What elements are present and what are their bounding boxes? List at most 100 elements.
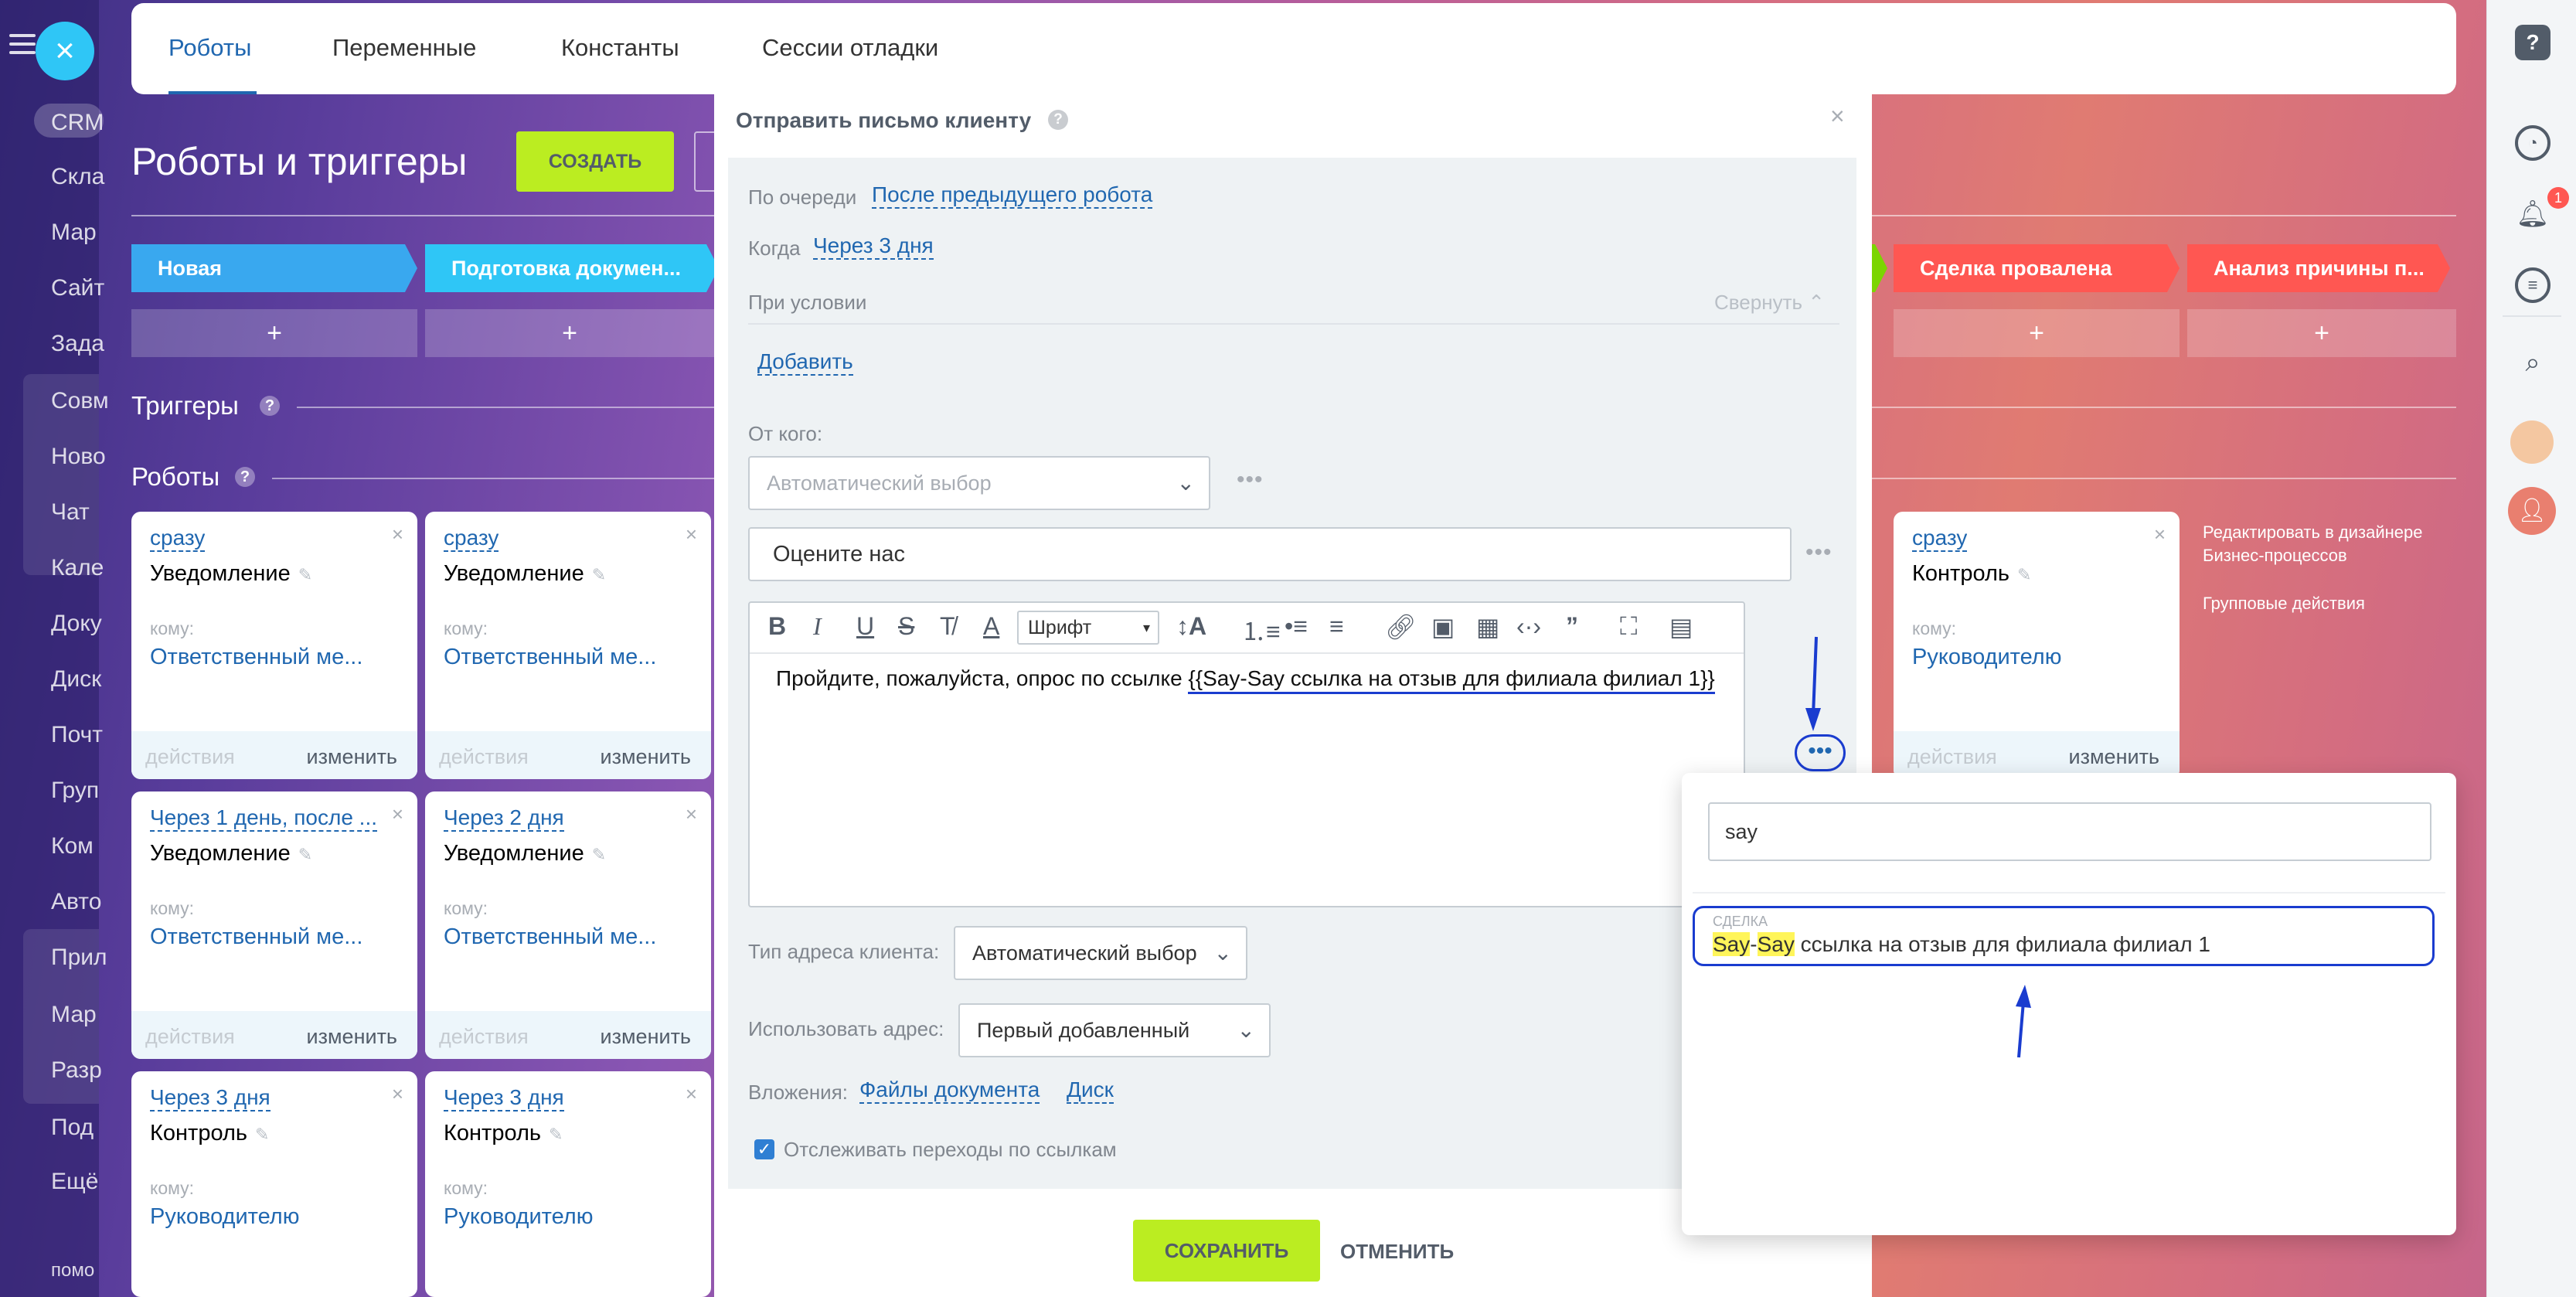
left-menu-item[interactable]: Под [51, 1115, 94, 1141]
bell-icon[interactable]: 🔔︎ [2515, 196, 2550, 232]
robot-remove-icon[interactable]: × [686, 1082, 697, 1106]
quote-icon[interactable]: ” [1566, 612, 1578, 641]
left-menu-item[interactable]: Совм [51, 388, 109, 414]
create-button[interactable]: СОЗДАТЬ [516, 131, 674, 192]
robot-edit-link[interactable]: изменить [2069, 745, 2159, 769]
bp-designer-link[interactable]: Редактировать в дизайнере Бизнес-процесс… [2203, 521, 2458, 567]
link-icon[interactable]: 🔗︎ [1385, 612, 1417, 642]
tab-variables[interactable]: Переменные [332, 34, 476, 62]
robot-card[interactable]: Через 3 дня × Контроль ✎ кому: Руководите… [425, 1071, 711, 1297]
left-menu-item[interactable]: Авто [51, 889, 101, 915]
subject-input[interactable]: Оцените нас [748, 527, 1792, 581]
tab-debug-sessions[interactable]: Сессии отладки [762, 34, 938, 62]
robot-remove-icon[interactable]: × [392, 1082, 403, 1106]
add-trigger-button[interactable]: + [425, 309, 714, 357]
use-address-select[interactable]: Первый добавленный ⌄ [958, 1003, 1271, 1057]
underline-icon[interactable]: U [856, 612, 874, 641]
numbered-list-icon[interactable]: ⒈≡ [1241, 612, 1281, 648]
help-icon[interactable]: ? [2515, 25, 2550, 60]
insert-variable-button[interactable]: ••• [1795, 734, 1846, 771]
left-menu-item[interactable]: Ком [51, 833, 94, 860]
tab-robots[interactable]: Роботы [168, 34, 251, 62]
align-icon[interactable]: ≡ [1329, 612, 1344, 641]
left-menu-item[interactable]: Ещё [51, 1169, 98, 1195]
left-menu-item[interactable]: Чат [51, 499, 90, 526]
robot-delay-link[interactable]: Через 3 дня [444, 1085, 564, 1111]
triggers-help-icon[interactable]: ? [260, 396, 280, 416]
robots-help-icon[interactable]: ? [235, 467, 255, 487]
robot-card[interactable]: Через 2 дня × Уведомление ✎ кому: Ответст… [425, 791, 711, 1059]
from-more-icon[interactable]: ••• [1237, 467, 1264, 493]
user-avatar[interactable] [2510, 420, 2554, 464]
address-type-select[interactable]: Автоматический выбор ⌄ [954, 926, 1247, 980]
left-menu-item[interactable]: Сайт [51, 275, 104, 301]
variable-search-input[interactable]: say [1708, 802, 2431, 861]
strikethrough-icon[interactable]: S [898, 612, 914, 641]
collapse-link[interactable]: Свернуть ⌃ [1714, 291, 1825, 315]
attach-disk-link[interactable]: Диск [1067, 1077, 1114, 1104]
robot-remove-icon[interactable]: × [686, 802, 697, 826]
menu-burger-icon[interactable] [9, 34, 36, 54]
chat-icon[interactable]: ≡ [2515, 267, 2550, 303]
user-avatar-icon[interactable]: 👤︎ [2508, 487, 2556, 535]
left-menu-item[interactable]: Ново [51, 444, 106, 470]
left-menu-item[interactable]: помо [51, 1260, 94, 1282]
add-trigger-button[interactable]: + [131, 309, 417, 357]
robot-delay-link[interactable]: Через 1 день, после ... [150, 805, 378, 832]
pencil-icon[interactable]: ✎ [592, 845, 606, 864]
editor-content[interactable]: Пройдите, пожалуйста, опрос по ссылке {{… [776, 666, 1715, 694]
left-menu-item[interactable]: Кале [51, 555, 104, 581]
left-menu-item[interactable]: Доку [51, 611, 102, 637]
robot-card[interactable]: сразу × Уведомление ✎ кому: Ответственный… [425, 512, 711, 779]
tab-constants[interactable]: Константы [561, 34, 679, 62]
robot-card[interactable]: сразу × Контроль ✎ кому: Руководителю дей… [1894, 512, 2180, 779]
robot-remove-icon[interactable]: × [392, 523, 403, 546]
robot-edit-link[interactable]: изменить [307, 1025, 397, 1049]
close-slider-icon[interactable]: × [36, 22, 94, 80]
text-color-icon[interactable]: A [983, 612, 999, 641]
search-icon[interactable]: ⌕ [2515, 345, 2550, 380]
robot-card[interactable]: сразу × Уведомление ✎ кому: Ответственный… [131, 512, 417, 779]
pencil-icon[interactable]: ✎ [549, 1125, 563, 1144]
queue-value-link[interactable]: После предыдущего робота [872, 182, 1153, 209]
robot-remove-icon[interactable]: × [686, 523, 697, 546]
bold-icon[interactable]: B [768, 612, 786, 641]
italic-icon[interactable]: I [813, 612, 822, 641]
left-menu-item[interactable]: Мар [51, 220, 97, 246]
fullscreen-icon[interactable]: ⛶ [1620, 612, 1637, 642]
add-condition-link[interactable]: Добавить [757, 349, 853, 376]
video-icon[interactable]: ▤ [1669, 612, 1693, 642]
robot-delay-link[interactable]: сразу [444, 526, 499, 552]
robot-remove-icon[interactable]: × [2154, 523, 2166, 546]
modal-close-icon[interactable]: × [1830, 102, 1845, 131]
subject-more-icon[interactable]: ••• [1805, 540, 1832, 566]
left-menu-item[interactable]: Почт [51, 722, 103, 748]
robot-remove-icon[interactable]: × [392, 802, 403, 826]
from-select[interactable]: Автоматический выбор ⌄ [748, 456, 1210, 510]
left-menu-item[interactable]: Прил [51, 945, 107, 971]
save-button[interactable]: СОХРАНИТЬ [1133, 1220, 1320, 1282]
add-trigger-button[interactable]: + [1894, 309, 2180, 357]
font-size-icon[interactable]: ↕A [1176, 612, 1206, 641]
cancel-button[interactable]: ОТМЕНИТЬ [1340, 1240, 1454, 1264]
modal-help-icon[interactable]: ? [1048, 110, 1068, 130]
pencil-icon[interactable]: ✎ [298, 845, 312, 864]
when-value-link[interactable]: Через 3 дня [813, 233, 934, 260]
code-icon[interactable]: ‹·› [1516, 612, 1541, 641]
pencil-icon[interactable]: ✎ [255, 1125, 269, 1144]
left-menu-item[interactable]: Диск [51, 666, 101, 693]
image-icon[interactable]: ▣ [1431, 612, 1455, 642]
robot-delay-link[interactable]: Через 2 дня [444, 805, 564, 832]
font-select[interactable]: Шрифт ▾ [1017, 611, 1159, 645]
robot-edit-link[interactable]: изменить [601, 745, 691, 769]
left-menu-item[interactable]: Скла [51, 164, 104, 190]
clear-format-icon[interactable]: T̸ [940, 612, 955, 641]
robot-card[interactable]: Через 1 день, после ... × Уведомление ✎ к… [131, 791, 417, 1059]
left-menu-item[interactable]: Мар [51, 1002, 97, 1028]
activity-stream-icon[interactable]: ◔ [2515, 125, 2550, 161]
pencil-icon[interactable]: ✎ [298, 565, 312, 584]
table-icon[interactable]: ▦ [1476, 612, 1499, 642]
left-menu-item[interactable]: Груп [51, 778, 99, 804]
robot-edit-link[interactable]: изменить [307, 745, 397, 769]
robot-card[interactable]: Через 3 дня × Контроль ✎ кому: Руководите… [131, 1071, 417, 1297]
